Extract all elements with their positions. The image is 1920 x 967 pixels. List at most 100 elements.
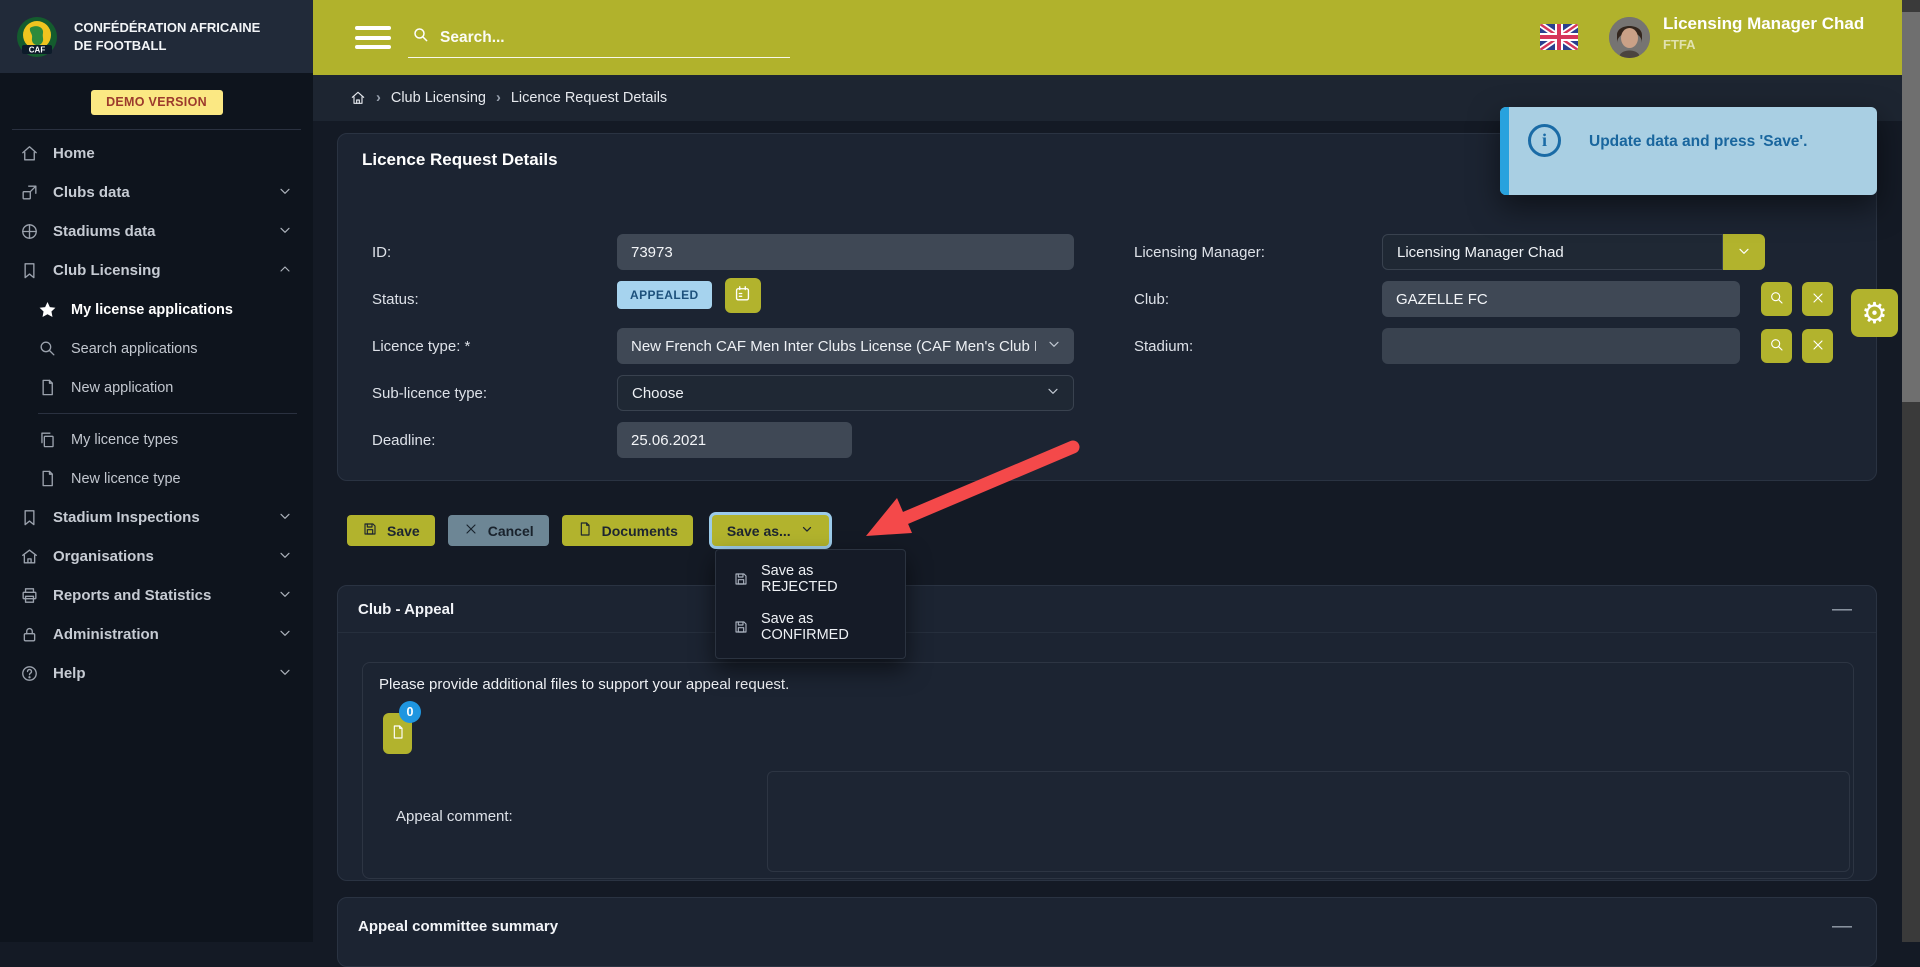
club-appeal-card: Club - Appeal — Please provide additiona… (337, 585, 1877, 881)
deadline-input[interactable] (617, 422, 852, 458)
stadium-label: Stadium: (1134, 338, 1193, 355)
menu-item-save-as-rejected[interactable]: Save as REJECTED (716, 555, 905, 603)
avatar[interactable] (1609, 17, 1650, 58)
appeal-panel: Please provide additional files to suppo… (362, 662, 1854, 879)
save-as-button[interactable]: Save as... (712, 515, 829, 546)
chevron-down-icon (1736, 243, 1752, 262)
close-icon (1810, 290, 1826, 309)
sidebar-item-organisations[interactable]: Organisations (0, 537, 313, 576)
home-icon[interactable] (350, 90, 366, 106)
hamburger-menu-icon[interactable] (355, 26, 391, 49)
cancel-button[interactable]: Cancel (448, 515, 549, 546)
sidebar-item-stadiums-data[interactable]: Stadiums data (0, 212, 313, 251)
file-icon (390, 724, 406, 743)
search-input[interactable] (440, 29, 740, 47)
action-bar: Save Cancel Documents Save as... (347, 515, 829, 546)
star-icon (38, 300, 57, 319)
breadcrumb-club-licensing[interactable]: Club Licensing (391, 90, 486, 106)
sidebar: CAF CONFÉDÉRATION AFRICAINE DE FOOTBALL … (0, 0, 313, 942)
sidebar-item-clubs-data[interactable]: Clubs data (0, 173, 313, 212)
status-label: Status: (372, 291, 419, 308)
language-flag-icon[interactable] (1540, 24, 1578, 50)
org-name: CONFÉDÉRATION AFRICAINE DE FOOTBALL (74, 19, 274, 54)
sub-licence-type-select[interactable]: Choose (617, 375, 1074, 411)
licence-type-select[interactable]: New French CAF Men Inter Clubs License (… (617, 328, 1074, 364)
close-icon (463, 521, 479, 540)
scrollbar[interactable] (1902, 0, 1920, 942)
breadcrumb-separator: › (496, 90, 501, 106)
sidebar-item-stadium-inspections[interactable]: Stadium Inspections (0, 498, 313, 537)
chevron-down-icon (277, 586, 293, 606)
breadcrumb-separator: › (376, 90, 381, 106)
sidebar-item-search-applications[interactable]: Search applications (0, 329, 313, 368)
sidebar-item-home[interactable]: Home (0, 134, 313, 173)
page-title: Licence Request Details (362, 150, 558, 170)
org-header: CAF CONFÉDÉRATION AFRICAINE DE FOOTBALL (0, 0, 313, 73)
info-icon: i (1528, 124, 1561, 157)
svg-text:CAF: CAF (29, 45, 46, 54)
sidebar-sub-divider (38, 413, 297, 414)
save-button[interactable]: Save (347, 515, 435, 546)
appeal-comment-textarea[interactable] (767, 771, 1850, 872)
id-input[interactable] (617, 234, 1074, 270)
settings-gear-button[interactable]: ⚙ (1851, 289, 1898, 337)
club-search-button[interactable] (1761, 282, 1792, 316)
sidebar-item-reports-statistics[interactable]: Reports and Statistics (0, 576, 313, 615)
building-icon (20, 547, 39, 566)
stadium-search-button[interactable] (1761, 329, 1792, 363)
status-badge: APPEALED (617, 281, 712, 309)
stadium-input[interactable] (1382, 328, 1740, 364)
clubs-data-icon (20, 183, 39, 202)
caf-logo: CAF (16, 16, 58, 58)
collapse-icon[interactable]: — (1832, 916, 1852, 936)
club-label: Club: (1134, 291, 1169, 308)
club-clear-button[interactable] (1802, 282, 1833, 316)
appeal-comment-label: Appeal comment: (396, 808, 513, 825)
search-icon (1769, 337, 1785, 356)
file-count-badge: 0 (399, 701, 421, 723)
chevron-down-icon (277, 222, 293, 242)
sidebar-item-administration[interactable]: Administration (0, 615, 313, 654)
status-history-button[interactable] (725, 278, 761, 313)
sidebar-item-my-licence-types[interactable]: My licence types (0, 420, 313, 459)
documents-button[interactable]: Documents (562, 515, 693, 546)
save-icon (733, 571, 749, 587)
menu-item-save-as-confirmed[interactable]: Save as CONFIRMED (716, 603, 905, 651)
copy-icon (38, 430, 57, 449)
info-toast[interactable]: i Update data and press 'Save'. (1500, 107, 1877, 195)
user-name: Licensing Manager Chad (1663, 14, 1864, 34)
licensing-manager-select[interactable]: Licensing Manager Chad (1382, 234, 1723, 270)
sidebar-item-new-application[interactable]: New application (0, 368, 313, 407)
user-info[interactable]: Licensing Manager Chad FTFA (1663, 14, 1864, 52)
chevron-down-icon (1046, 336, 1062, 356)
collapse-icon[interactable]: — (1832, 599, 1852, 619)
topbar: Licensing Manager Chad FTFA (313, 0, 1902, 75)
demo-version-badge: DEMO VERSION (91, 90, 223, 115)
sidebar-item-new-licence-type[interactable]: New licence type (0, 459, 313, 498)
sidebar-item-help[interactable]: Help (0, 654, 313, 693)
licensing-manager-dropdown-button[interactable] (1723, 234, 1765, 270)
breadcrumb-current: Licence Request Details (511, 90, 667, 106)
sidebar-item-club-licensing[interactable]: Club Licensing (0, 251, 313, 290)
scrollbar-thumb[interactable] (1902, 12, 1920, 402)
chevron-down-icon (277, 625, 293, 645)
section-title: Club - Appeal (358, 601, 454, 618)
chevron-down-icon (1045, 383, 1061, 403)
file-icon (38, 469, 57, 488)
sidebar-nav: Home Clubs data Stadiums data Club Licen… (0, 134, 313, 693)
licence-type-label: Licence type: * (372, 338, 470, 355)
close-icon (1810, 337, 1826, 356)
calendar-icon (733, 284, 752, 306)
chevron-up-icon (277, 261, 293, 281)
sidebar-item-my-license-applications[interactable]: My license applications (0, 290, 313, 329)
stadium-clear-button[interactable] (1802, 329, 1833, 363)
help-icon (20, 664, 39, 683)
file-icon (38, 378, 57, 397)
id-label: ID: (372, 244, 391, 261)
deadline-label: Deadline: (372, 432, 435, 449)
club-input[interactable] (1382, 281, 1740, 317)
save-as-menu: Save as REJECTED Save as CONFIRMED (715, 549, 906, 659)
chevron-down-icon (277, 508, 293, 528)
chevron-down-icon (800, 522, 814, 539)
search-icon (412, 26, 430, 49)
